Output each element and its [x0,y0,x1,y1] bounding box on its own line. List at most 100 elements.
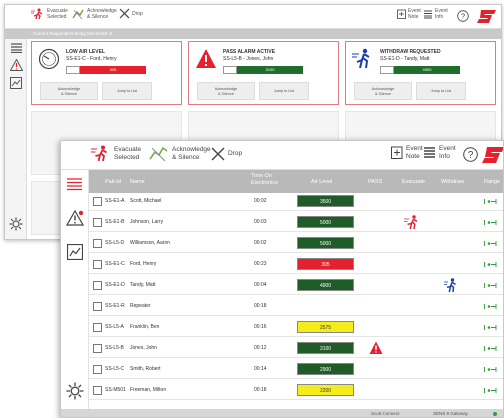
drop-x-icon [119,8,130,19]
row-pak-id: SS-L5-B [105,345,124,351]
card-jump-button[interactable]: Jump to List [416,82,466,100]
range-signal-icon [483,346,497,351]
back-toolbar: Evacuate Selected Acknowledge & Silence … [5,5,501,29]
front-sidebar [61,170,89,410]
row-select-checkbox[interactable] [93,281,102,290]
help-icon[interactable]: ? [457,10,469,22]
back-drop-label: Drop [132,10,143,17]
event-note-icon [397,9,406,19]
evacuate-runner-icon [91,145,107,162]
table-row[interactable]: SS-E1-B Johnson, Larry 00:03 5000 [89,214,503,232]
gauge-icon-box [223,66,237,74]
row-select-checkbox[interactable] [93,302,102,311]
column-name[interactable]: Name [130,179,145,186]
gauge-icon-box [66,66,80,74]
column-air-level[interactable]: Air Level [311,179,332,186]
row-select-checkbox[interactable] [93,218,102,227]
table-row[interactable]: SS-E1-C Ford, Henry 00:23 305 [89,256,503,274]
card-ack-button[interactable]: Acknowledge & Silence [40,82,98,100]
table-row[interactable]: SS-E1-A Scott, Michael 00:02 3500 [89,193,503,211]
row-select-checkbox[interactable] [93,365,102,374]
column-pass[interactable]: PASS [368,179,382,186]
drop-button[interactable]: Drop [211,147,242,161]
column-range[interactable]: Range [484,179,500,186]
status-bar: Scott Connect SENS 8 Gateway [61,409,503,417]
row-select-checkbox[interactable] [93,197,102,206]
row-time-on: 00:02 [254,198,267,204]
list-menu-icon[interactable] [67,178,82,191]
row-time-on: 00:18 [254,387,267,393]
row-pak-id: SS-L5-A [105,324,124,330]
row-air-level-bar: 3100 [297,342,354,354]
alert-icon[interactable] [10,59,23,71]
back-event-info-button[interactable]: Event Info [423,8,448,20]
range-signal-icon [483,241,497,246]
list-menu-icon[interactable] [11,43,22,53]
column-time-on[interactable]: Time On Electronics [251,173,278,186]
row-pak-id: SS-L5-D [105,240,125,246]
row-name: Franklin, Ben [130,324,160,330]
card-ack-button[interactable]: Acknowledge & Silence [197,82,255,100]
event-note-button[interactable]: Event Note [391,145,423,160]
table-row[interactable]: SS-L5-C Smith, Robert 00:14 2900 [89,361,503,379]
pass-alarm-icon [196,49,216,68]
withdraw-runner-icon[interactable] [444,278,458,293]
report-icon[interactable] [10,77,22,89]
report-icon[interactable] [67,244,83,260]
column-evacuate[interactable]: Evacuate [402,179,425,186]
card-subtitle: SS-E1-C - Ford, Henry [66,56,117,62]
table-row[interactable]: SS-E1-R Repeater 00:18 [89,298,503,316]
gear-icon[interactable] [9,217,23,231]
row-select-checkbox[interactable] [93,344,102,353]
svg-text:?: ? [468,150,474,161]
table-row[interactable]: SS-L5-B Jones, John 00:12 3100 [89,340,503,358]
range-signal-icon [483,325,497,330]
table-row[interactable]: SS-M501 Freeman, Milton 00:18 2200 [89,382,503,400]
table-row[interactable]: SS-E1-D Tandy, Matt 00:04 4900 [89,277,503,295]
evacuate-runner-icon[interactable] [404,215,420,230]
column-withdraw[interactable]: Withdraw [441,179,464,186]
row-time-on: 00:03 [254,219,267,225]
row-select-checkbox[interactable] [93,239,102,248]
help-icon[interactable]: ? [463,147,478,162]
alert-icon[interactable] [66,210,84,226]
card-jump-button[interactable]: Jump to List [259,82,309,100]
column-pak-id[interactable]: Pak-Id [105,179,121,186]
back-acknowledge-label: Acknowledge & Silence [87,8,117,20]
row-name: Freeman, Milton [130,387,167,393]
row-pak-id: SS-E1-R [105,303,125,309]
row-pak-id: SS-E1-D [105,282,125,288]
table-row[interactable]: SS-L5-A Franklin, Ben 00:16 2575 [89,319,503,337]
event-note-icon [391,146,403,159]
row-air-level-bar: 3500 [297,195,354,207]
row-select-checkbox[interactable] [93,386,102,395]
back-acknowledge-button[interactable]: Acknowledge & Silence [71,8,117,20]
gateway-indicator [493,412,497,416]
alert-card-withdraw[interactable]: WITHDRAW REQUESTED SS-E1-D - Tandy, Matt… [345,41,496,105]
row-time-on: 00:02 [254,240,267,246]
card-ack-button[interactable]: Acknowledge & Silence [354,82,412,100]
row-select-checkbox[interactable] [93,323,102,332]
acknowledge-silence-button[interactable]: Acknowledge & Silence [149,145,211,162]
acknowledge-silence-label: Acknowledge & Silence [172,146,211,161]
card-gauge-value: 305 [80,66,146,74]
card-subtitle: SS-E1-D - Tandy, Matt [380,56,430,62]
row-name: Tandy, Matt [130,282,156,288]
event-info-button[interactable]: Event Info [423,145,456,160]
card-jump-button[interactable]: Jump to List [102,82,152,100]
table-row[interactable]: SS-L5-D Williamson, Aaron 00:02 5000 [89,235,503,253]
alert-card-low-air[interactable]: LOW AIR LEVEL SS-E1-C - Ford, Henry 305 … [31,41,182,105]
row-time-on: 00:04 [254,282,267,288]
responder-list-window: Evacuate Selected Acknowledge & Silence … [60,140,504,418]
row-pak-id: SS-E1-A [105,198,125,204]
row-select-checkbox[interactable] [93,260,102,269]
back-evacuate-button[interactable]: Evacuate Selected [31,8,68,20]
back-event-note-button[interactable]: Event Note [397,8,421,20]
back-drop-button[interactable]: Drop [119,8,143,19]
pass-alarm-icon[interactable] [369,341,383,355]
row-time-on: 00:23 [254,261,267,267]
gear-icon[interactable] [66,382,84,400]
evacuate-selected-button[interactable]: Evacuate Selected [91,145,141,162]
connection-status: Scott Connect [371,411,400,416]
alert-card-pass-alarm[interactable]: PASS ALARM ACTIVE SS-L5-B - Jones, John … [188,41,339,105]
